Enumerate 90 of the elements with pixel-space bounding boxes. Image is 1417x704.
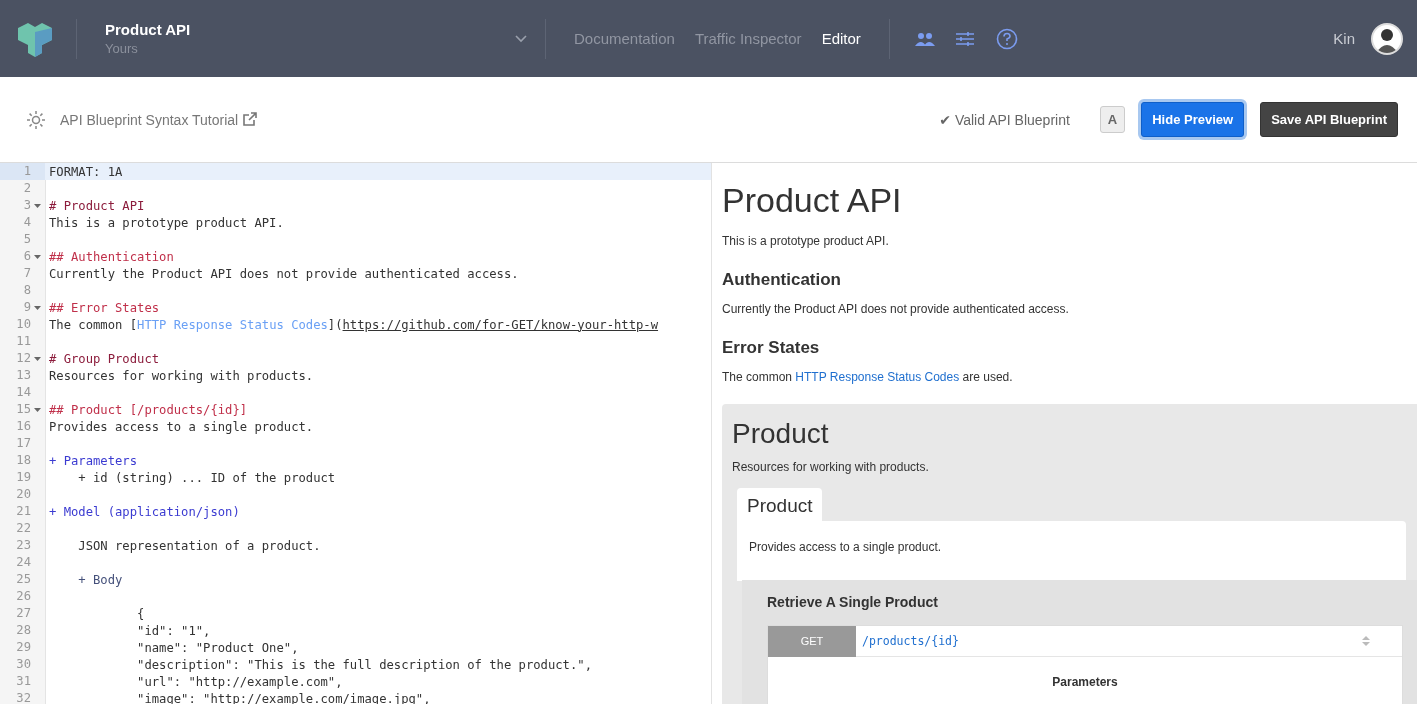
code-line: "description": "This is the full description of the product.", bbox=[136, 657, 592, 672]
line-number: 3 bbox=[0, 197, 45, 214]
line-number: 24 bbox=[15, 554, 32, 571]
line-number: 13 bbox=[15, 367, 32, 384]
users-icon[interactable] bbox=[913, 31, 936, 46]
sliders-icon[interactable] bbox=[955, 30, 974, 47]
hide-preview-button[interactable]: Hide Preview bbox=[1141, 102, 1245, 137]
line-number: 2 bbox=[22, 180, 32, 197]
line-number: 21 bbox=[15, 503, 32, 520]
line-number: 14 bbox=[15, 384, 32, 401]
line-number: 7 bbox=[22, 265, 32, 282]
line-number: 19 bbox=[15, 469, 32, 486]
code-line: + Parameters bbox=[48, 453, 138, 468]
fold-arrow-icon[interactable] bbox=[34, 204, 41, 208]
nav-link[interactable]: Documentation bbox=[574, 30, 675, 47]
line-number: 5 bbox=[22, 231, 32, 248]
line-number: 20 bbox=[15, 486, 32, 503]
code-line: + id (string) ... ID of the product bbox=[77, 470, 336, 485]
line-number: 9 bbox=[0, 299, 45, 316]
line-number: 29 bbox=[15, 639, 32, 656]
line-number: 4 bbox=[22, 214, 32, 231]
fold-arrow-icon[interactable] bbox=[34, 306, 41, 310]
action-title: Retrieve A Single Product bbox=[767, 594, 939, 610]
resource-description: Provides access to a single product. bbox=[737, 521, 1406, 581]
external-link-icon bbox=[242, 112, 258, 127]
line-number: 1 bbox=[0, 163, 45, 180]
section-heading: Authentication bbox=[722, 270, 842, 290]
code-line: # Product API bbox=[48, 198, 145, 213]
status-codes-link[interactable]: HTTP Response Status Codes bbox=[795, 370, 960, 384]
group-description: Resources for working with products. bbox=[732, 460, 930, 474]
line-number: 16 bbox=[15, 418, 32, 435]
section-text: The common HTTP Response Status Codes are used. bbox=[722, 370, 1014, 384]
section-text: Currently the Product API does not provide authenticated access. bbox=[722, 302, 1070, 316]
request-path: /products/{id} bbox=[862, 634, 959, 648]
line-number: 10 bbox=[15, 316, 32, 333]
fold-arrow-icon[interactable] bbox=[34, 357, 41, 361]
code-line: FORMAT: 1A bbox=[48, 164, 123, 179]
parameters-heading: Parameters bbox=[1051, 674, 1119, 691]
code-line: This is a prototype product API. bbox=[48, 215, 284, 230]
nav-link[interactable]: Traffic Inspector bbox=[694, 30, 802, 47]
line-number: 12 bbox=[0, 350, 45, 367]
line-number: 17 bbox=[15, 435, 32, 452]
doc-intro: This is a prototype product API. bbox=[722, 234, 890, 248]
method-badge: GET bbox=[768, 625, 856, 657]
line-number: 8 bbox=[22, 282, 32, 299]
code-line: "name": "Product One", bbox=[136, 640, 299, 655]
line-number: 15 bbox=[0, 401, 45, 418]
fold-arrow-icon[interactable] bbox=[34, 255, 41, 259]
line-number: 31 bbox=[15, 673, 32, 690]
settings-icon[interactable] bbox=[26, 109, 46, 130]
code-line: "id": "1", bbox=[136, 623, 211, 638]
nav-link[interactable]: Editor bbox=[821, 30, 861, 47]
line-number: 27 bbox=[15, 605, 32, 622]
doc-title: Product API bbox=[722, 181, 903, 220]
fold-arrow-icon[interactable] bbox=[34, 408, 41, 412]
line-number: 22 bbox=[15, 520, 32, 537]
help-icon[interactable] bbox=[995, 27, 1018, 50]
code-line: { bbox=[136, 606, 145, 621]
code-line: + Model (application/json) bbox=[48, 504, 240, 519]
line-number: 6 bbox=[0, 248, 45, 265]
code-line: # Group Product bbox=[48, 351, 160, 366]
code-line: Currently the Product API does not provide authenticated access. bbox=[48, 266, 519, 281]
code-line: Provides access to a single product. bbox=[48, 419, 314, 434]
validation-status: ✔ Valid API Blueprint bbox=[939, 111, 1070, 128]
code-line: "url": "http://example.com", bbox=[136, 674, 343, 689]
line-number: 28 bbox=[15, 622, 32, 639]
code-line: ## Product [/products/{id}] bbox=[48, 402, 248, 417]
tutorial-link[interactable]: API Blueprint Syntax Tutorial bbox=[60, 111, 258, 128]
save-button[interactable]: Save API Blueprint bbox=[1260, 102, 1398, 137]
line-number: 26 bbox=[15, 588, 32, 605]
code-line: JSON representation of a product. bbox=[77, 538, 321, 553]
code-line: The common [HTTP Response Status Codes](https://github.com/for-GET/know-your-http-w bbox=[48, 317, 659, 332]
code-line: ## Error States bbox=[48, 300, 160, 315]
line-number: 25 bbox=[15, 571, 32, 588]
code-line: Resources for working with products. bbox=[48, 368, 314, 383]
line-number: 23 bbox=[15, 537, 32, 554]
project-subtitle: Yours bbox=[105, 41, 139, 56]
code-line: ## Authentication bbox=[48, 249, 174, 264]
section-heading: Error States bbox=[722, 338, 821, 358]
line-number: 32 bbox=[15, 690, 32, 704]
user-name: Kin bbox=[1333, 30, 1355, 47]
line-number: 18 bbox=[15, 452, 32, 469]
code-line: + Body bbox=[77, 572, 123, 587]
project-title: Product API bbox=[105, 21, 192, 38]
toggle-button[interactable]: A bbox=[1099, 106, 1126, 133]
line-number: 11 bbox=[15, 333, 32, 350]
line-number: 30 bbox=[15, 656, 32, 673]
avatar[interactable] bbox=[1371, 22, 1403, 55]
group-title: Product bbox=[732, 418, 830, 450]
chevron-down-icon[interactable] bbox=[515, 34, 527, 43]
